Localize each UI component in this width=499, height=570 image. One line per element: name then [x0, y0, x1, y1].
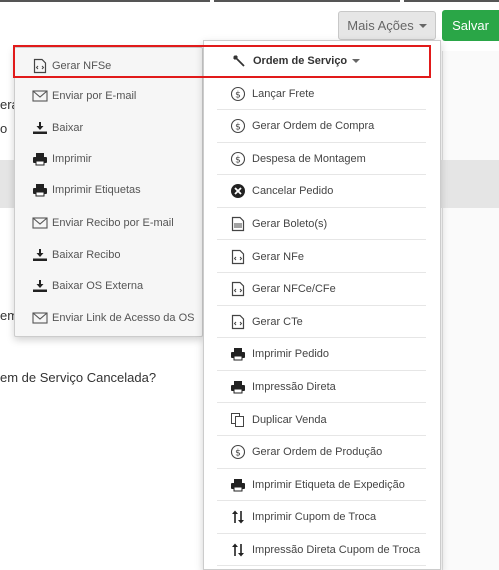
- left-menu-item-label: Baixar: [52, 122, 84, 134]
- right-menu-item[interactable]: Gerar Boleto(s): [217, 208, 426, 241]
- right-menu-item-label: Gerar NFe: [252, 250, 304, 263]
- right-menu-item-label: Imprimir Pedido: [252, 348, 330, 361]
- background-text-2: o: [0, 121, 8, 136]
- right-menu-item-label: Impressão Direta Cupom de Troca: [252, 543, 421, 556]
- download-icon: [32, 247, 48, 263]
- right-menu-item-label: Cancelar Pedido: [252, 185, 334, 198]
- envelope-icon: [32, 215, 48, 231]
- svg-text:$: $: [235, 123, 241, 133]
- left-menu-item-label: Enviar Recibo por E-mail: [52, 217, 174, 229]
- right-menu-item[interactable]: Duplicar Venda: [217, 404, 426, 436]
- highlight-box: [13, 45, 431, 78]
- cancel-circle-icon: [229, 182, 247, 200]
- printer-icon: [32, 182, 48, 198]
- download-icon: [32, 278, 48, 294]
- right-menu-item[interactable]: Imprimir Etiqueta de Expedição: [217, 469, 426, 502]
- svg-text:$: $: [235, 90, 241, 100]
- left-menu-item[interactable]: Baixar Recibo: [32, 245, 120, 265]
- dollar-circle-icon: $: [229, 85, 247, 103]
- right-menu-item[interactable]: Imprimir Pedido: [217, 339, 426, 371]
- svg-text:$: $: [235, 449, 241, 459]
- left-menu-item-label: Enviar Link de Acesso da OS: [52, 312, 195, 324]
- more-actions-label: Mais Ações: [347, 18, 414, 33]
- left-menu-item-label: Imprimir Etiquetas: [52, 184, 141, 196]
- left-menu-item[interactable]: Baixar OS Externa: [32, 276, 143, 296]
- left-menu-item-label: Baixar Recibo: [52, 249, 121, 261]
- dollar-circle-icon: $: [229, 443, 247, 461]
- top-border: [0, 0, 499, 2]
- file-code-icon: [229, 280, 247, 298]
- right-menu-item[interactable]: $ Gerar Ordem de Produção: [217, 437, 426, 469]
- left-menu-item[interactable]: Baixar: [32, 118, 83, 138]
- right-menu-item[interactable]: Imprimir Cupom de Troca: [217, 502, 426, 534]
- left-menu-item[interactable]: Imprimir: [32, 149, 92, 169]
- file-code-icon: [229, 313, 247, 331]
- right-menu-item-label: Gerar Ordem de Compra: [252, 120, 375, 133]
- barcode-file-icon: [229, 215, 247, 233]
- printer-icon: [32, 151, 48, 167]
- swap-arrows-icon: [229, 508, 247, 526]
- dollar-circle-icon: $: [229, 150, 247, 168]
- left-menu-item[interactable]: Enviar por E-mail: [32, 86, 136, 106]
- right-menu-item-label: Lançar Frete: [252, 87, 315, 100]
- right-menu-item[interactable]: Cancelar Pedido: [217, 176, 426, 208]
- download-icon: [32, 120, 48, 136]
- right-menu-item-label: Duplicar Venda: [252, 413, 327, 426]
- left-menu-item-label: Enviar por E-mail: [52, 90, 137, 102]
- left-menu-item-label: Imprimir: [52, 153, 92, 165]
- background-gray-row-right: [442, 160, 499, 208]
- background-text-4: em de Serviço Cancelada?: [0, 370, 157, 385]
- right-menu-item-label: Gerar CTe: [252, 315, 303, 328]
- dollar-circle-icon: $: [229, 117, 247, 135]
- right-menu-item-label: Imprimir Etiqueta de Expedição: [252, 478, 405, 491]
- copy-icon: [229, 411, 247, 429]
- more-actions-button[interactable]: Mais Ações: [338, 11, 436, 40]
- right-menu-item[interactable]: $ Gerar Ordem de Compra: [217, 111, 426, 143]
- background-right-panel: [442, 51, 499, 570]
- printer-icon: [229, 476, 247, 494]
- printer-icon: [229, 345, 247, 363]
- right-menu-item[interactable]: Gerar NFCe/CFe: [217, 274, 426, 306]
- envelope-icon: [32, 310, 48, 326]
- chevron-down-icon: [418, 23, 427, 28]
- right-menu-item-label: Despesa de Montagem: [252, 152, 366, 165]
- right-menu-item-label: Gerar Ordem de Produção: [252, 446, 383, 459]
- right-menu-item-label: Gerar NFCe/CFe: [252, 283, 336, 296]
- left-menu-item[interactable]: Enviar Recibo por E-mail: [32, 213, 174, 233]
- file-code-icon: [229, 248, 247, 266]
- right-menu-item-label: Impressão Direta: [252, 380, 336, 393]
- right-menu-item[interactable]: Impressão Direta: [217, 371, 426, 404]
- right-menu-item-label: Imprimir Cupom de Troca: [252, 511, 377, 524]
- swap-arrows-icon: [229, 541, 247, 559]
- left-menu-item-label: Baixar OS Externa: [52, 280, 144, 292]
- right-menu-item[interactable]: Impressão Direta Cupom de Troca: [217, 534, 426, 567]
- printer-icon: [229, 378, 247, 396]
- right-menu-item[interactable]: $ Lançar Frete: [217, 78, 426, 110]
- right-menu-item[interactable]: $ Despesa de Montagem: [217, 143, 426, 176]
- right-menu-item-label: Gerar Boleto(s): [252, 217, 328, 230]
- save-button[interactable]: Salvar: [442, 10, 499, 41]
- right-menu-item[interactable]: Gerar CTe: [217, 306, 426, 339]
- left-menu-item[interactable]: Enviar Link de Acesso da OS: [32, 308, 194, 328]
- right-menu-item[interactable]: Gerar NFe: [217, 241, 426, 273]
- svg-text:$: $: [235, 155, 241, 165]
- left-menu-item[interactable]: Imprimir Etiquetas: [32, 180, 141, 200]
- envelope-icon: [32, 88, 48, 104]
